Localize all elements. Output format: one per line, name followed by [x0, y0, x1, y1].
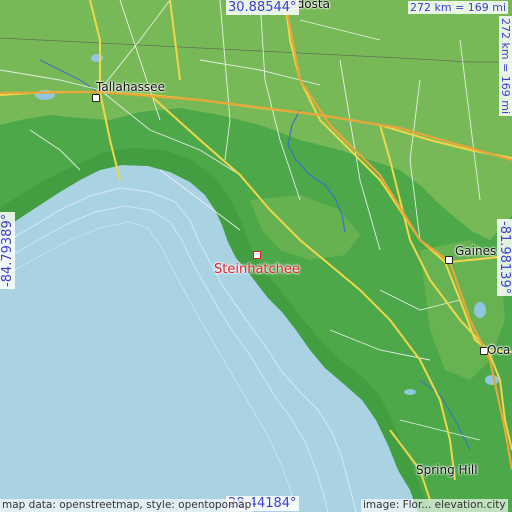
right-longitude-label: -81.98139° — [497, 219, 512, 297]
lake — [404, 389, 416, 395]
lake — [91, 54, 103, 62]
map-data-credit[interactable]: map data: openstreetmap, style: opentopo… — [0, 499, 254, 512]
steinhatchee-marker[interactable] — [253, 251, 261, 259]
city-label-spring-hill[interactable]: Spring Hill — [416, 463, 478, 477]
city-label-ocala[interactable]: Oca — [487, 343, 510, 357]
left-longitude-label: -84.79389° — [0, 211, 15, 289]
tallahassee-marker[interactable] — [92, 94, 100, 102]
city-label-gainesville[interactable]: Gaines — [455, 244, 496, 258]
horizontal-scale-label: 272 km = 169 mi — [408, 1, 509, 14]
city-label-tallahassee[interactable]: Tallahassee — [96, 80, 165, 94]
highlight-place-label[interactable]: Steinhatchee — [214, 262, 300, 277]
vertical-scale-label: 272 km = 169 mi — [499, 16, 512, 117]
map-view[interactable]: Tallahassee aldosta Gaines Oca Spring Hi… — [0, 0, 512, 512]
top-latitude-label: 30.88544° — [226, 0, 299, 15]
gainesville-marker[interactable] — [445, 256, 453, 264]
lake — [474, 302, 486, 318]
image-credit[interactable]: image: Flor... elevation.city — [361, 499, 508, 512]
lake — [485, 375, 499, 385]
